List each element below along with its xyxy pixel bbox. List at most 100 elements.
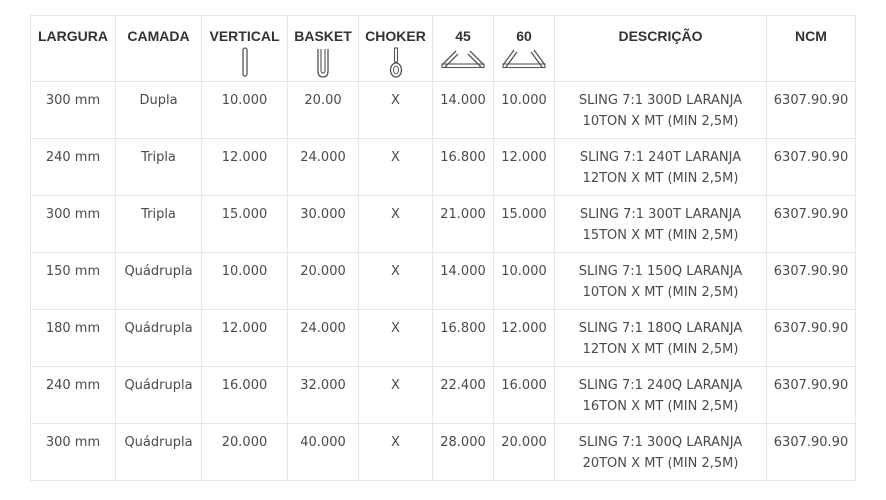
cell-basket: 30.000 <box>287 195 359 253</box>
cell-vertical: 20.000 <box>201 423 288 481</box>
cell-ncm: 6307.90.90 <box>766 195 856 253</box>
cell-descricao: SLING 7:1 300D LARANJA 10TON X MT (MIN 2,… <box>554 81 767 139</box>
cell-camada: Tripla <box>115 138 202 196</box>
cell-ncm: 6307.90.90 <box>766 423 856 481</box>
cell-vertical: 10.000 <box>201 252 288 310</box>
table-row: 150 mm Quádrupla 10.000 20.000 X 14.000 … <box>30 252 856 310</box>
cell-camada: Quádrupla <box>115 252 202 310</box>
cell-largura: 150 mm <box>30 252 116 310</box>
cell-60: 15.000 <box>493 195 555 253</box>
cell-45: 14.000 <box>432 81 494 139</box>
cell-vertical: 15.000 <box>201 195 288 253</box>
cell-largura: 300 mm <box>30 195 116 253</box>
descricao-line-2: 15TON X MT (MIN 2,5M) <box>582 227 739 243</box>
cell-60: 10.000 <box>493 252 555 310</box>
cell-choker: X <box>358 423 433 481</box>
table-row: 180 mm Quádrupla 12.000 24.000 X 16.800 … <box>30 309 856 367</box>
header-largura: LARGURA <box>30 15 116 82</box>
descricao-line-2: 12TON X MT (MIN 2,5M) <box>582 170 739 186</box>
table-row: 300 mm Dupla 10.000 20.00 X 14.000 10.00… <box>30 81 856 139</box>
table-row: 300 mm Quádrupla 20.000 40.000 X 28.000 … <box>30 423 856 481</box>
header-ncm: NCM <box>766 15 856 82</box>
cell-choker: X <box>358 81 433 139</box>
cell-ncm: 6307.90.90 <box>766 366 856 424</box>
cell-vertical: 12.000 <box>201 138 288 196</box>
header-basket: BASKET <box>287 15 359 82</box>
descricao-line-1: SLING 7:1 240T LARANJA <box>579 150 742 165</box>
cell-45: 16.800 <box>432 138 494 196</box>
cell-60: 12.000 <box>493 309 555 367</box>
cell-camada: Tripla <box>115 195 202 253</box>
cell-largura: 240 mm <box>30 366 116 424</box>
cell-basket: 40.000 <box>287 423 359 481</box>
cell-45: 22.400 <box>432 366 494 424</box>
header-choker: CHOKER <box>358 15 433 82</box>
cell-largura: 300 mm <box>30 423 116 481</box>
cell-camada: Quádrupla <box>115 423 202 481</box>
descricao-line-2: 10TON X MT (MIN 2,5M) <box>582 284 739 300</box>
cell-ncm: 6307.90.90 <box>766 252 856 310</box>
header-vertical: VERTICAL <box>201 15 288 82</box>
cell-ncm: 6307.90.90 <box>766 309 856 367</box>
header-60: 60 <box>493 15 555 82</box>
descricao-line-1: SLING 7:1 300D LARANJA <box>578 93 743 108</box>
table-header-row: LARGURA CAMADA VERTICAL BASKET CHOKER 45… <box>30 15 856 82</box>
cell-basket: 24.000 <box>287 138 359 196</box>
header-descricao: DESCRIÇÃO <box>554 15 767 82</box>
cell-descricao: SLING 7:1 180Q LARANJA 12TON X MT (MIN 2,… <box>554 309 767 367</box>
cell-descricao: SLING 7:1 300T LARANJA 15TON X MT (MIN 2,… <box>554 195 767 253</box>
cell-choker: X <box>358 195 433 253</box>
cell-60: 20.000 <box>493 423 555 481</box>
cell-60: 16.000 <box>493 366 555 424</box>
vertical-sling-icon <box>241 47 248 77</box>
basket-sling-icon <box>317 49 329 78</box>
cell-ncm: 6307.90.90 <box>766 81 856 139</box>
cell-descricao: SLING 7:1 300Q LARANJA 20TON X MT (MIN 2,… <box>554 423 767 481</box>
cell-camada: Dupla <box>115 81 202 139</box>
descricao-line-2: 20TON X MT (MIN 2,5M) <box>582 455 739 471</box>
cell-45: 28.000 <box>432 423 494 481</box>
cell-camada: Quádrupla <box>115 309 202 367</box>
header-45: 45 <box>432 15 494 82</box>
cell-basket: 24.000 <box>287 309 359 367</box>
header-camada: CAMADA <box>115 15 202 82</box>
angle-45-sling-icon <box>441 50 485 69</box>
angle-60-sling-icon <box>502 49 546 69</box>
sling-specs-table: LARGURA CAMADA VERTICAL BASKET CHOKER 45… <box>30 15 856 481</box>
descricao-line-1: SLING 7:1 300Q LARANJA <box>578 435 743 450</box>
table-row: 240 mm Tripla 12.000 24.000 X 16.800 12.… <box>30 138 856 196</box>
cell-basket: 20.000 <box>287 252 359 310</box>
descricao-line-1: SLING 7:1 150Q LARANJA <box>578 264 743 279</box>
cell-choker: X <box>358 138 433 196</box>
cell-vertical: 16.000 <box>201 366 288 424</box>
cell-60: 12.000 <box>493 138 555 196</box>
cell-descricao: SLING 7:1 240T LARANJA 12TON X MT (MIN 2,… <box>554 138 767 196</box>
cell-45: 14.000 <box>432 252 494 310</box>
cell-basket: 20.00 <box>287 81 359 139</box>
cell-choker: X <box>358 366 433 424</box>
cell-descricao: SLING 7:1 150Q LARANJA 10TON X MT (MIN 2,… <box>554 252 767 310</box>
cell-camada: Quádrupla <box>115 366 202 424</box>
cell-largura: 180 mm <box>30 309 116 367</box>
cell-largura: 240 mm <box>30 138 116 196</box>
cell-basket: 32.000 <box>287 366 359 424</box>
cell-60: 10.000 <box>493 81 555 139</box>
descricao-line-2: 12TON X MT (MIN 2,5M) <box>582 341 739 357</box>
cell-choker: X <box>358 252 433 310</box>
cell-descricao: SLING 7:1 240Q LARANJA 16TON X MT (MIN 2,… <box>554 366 767 424</box>
table-row: 300 mm Tripla 15.000 30.000 X 21.000 15.… <box>30 195 856 253</box>
descricao-line-1: SLING 7:1 180Q LARANJA <box>578 321 743 336</box>
table-row: 240 mm Quádrupla 16.000 32.000 X 22.400 … <box>30 366 856 424</box>
cell-ncm: 6307.90.90 <box>766 138 856 196</box>
cell-vertical: 12.000 <box>201 309 288 367</box>
cell-choker: X <box>358 309 433 367</box>
descricao-line-2: 16TON X MT (MIN 2,5M) <box>582 398 739 414</box>
cell-45: 21.000 <box>432 195 494 253</box>
cell-45: 16.800 <box>432 309 494 367</box>
descricao-line-1: SLING 7:1 240Q LARANJA <box>578 378 743 393</box>
choker-sling-icon <box>389 47 402 78</box>
cell-largura: 300 mm <box>30 81 116 139</box>
descricao-line-1: SLING 7:1 300T LARANJA <box>579 207 742 222</box>
cell-vertical: 10.000 <box>201 81 288 139</box>
descricao-line-2: 10TON X MT (MIN 2,5M) <box>582 113 739 129</box>
